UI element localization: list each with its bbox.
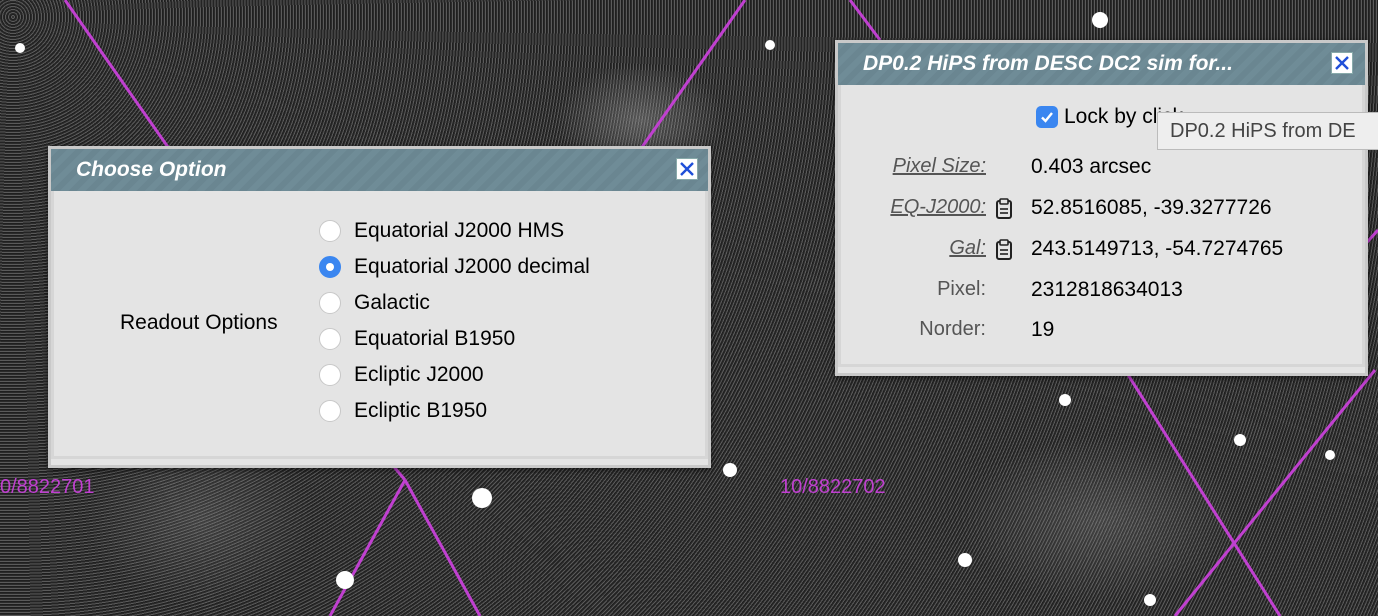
dialog-titlebar[interactable]: Choose Option: [51, 149, 708, 191]
radio-button[interactable]: [319, 400, 341, 422]
info-row-eq-j2000: EQ-J2000: 52.8516085, -39.3277726: [841, 196, 1361, 226]
grid-label-right: 10/8822702: [780, 476, 886, 498]
eq-j2000-value: 52.8516085, -39.3277726: [1031, 196, 1272, 219]
pixel-size-link[interactable]: Pixel Size:: [893, 155, 986, 178]
option-galactic[interactable]: Galactic: [319, 285, 430, 321]
option-equatorial-b1950[interactable]: Equatorial B1950: [319, 321, 515, 357]
title-tooltip: DP0.2 HiPS from DE: [1157, 112, 1378, 150]
norder-label: Norder:: [919, 318, 986, 340]
radio-button[interactable]: [319, 364, 341, 386]
close-button[interactable]: [676, 158, 698, 180]
info-row-pixel-size: Pixel Size: 0.403 arcsec: [841, 155, 1361, 185]
radio-button[interactable]: [319, 328, 341, 350]
info-row-gal: Gal: 243.5149713, -54.7274765: [841, 237, 1361, 267]
option-label: Equatorial B1950: [354, 327, 516, 350]
close-icon: [1335, 56, 1349, 70]
dialog-title: DP0.2 HiPS from DESC DC2 sim for...: [863, 52, 1233, 75]
checkmark-icon: [1041, 112, 1053, 123]
dialog-body: Readout Options Equatorial J2000 HMS Equ…: [51, 191, 708, 459]
lock-checkbox[interactable]: [1036, 106, 1058, 128]
option-label: Ecliptic B1950: [354, 399, 488, 422]
radio-button-selected[interactable]: [319, 256, 341, 278]
readout-info-dialog: DP0.2 HiPS from DESC DC2 sim for... Lock…: [835, 40, 1368, 376]
choose-option-dialog: Choose Option Readout Options Equatorial…: [48, 146, 711, 468]
dialog-titlebar[interactable]: DP0.2 HiPS from DESC DC2 sim for...: [838, 43, 1365, 85]
radio-button[interactable]: [319, 220, 341, 242]
gal-link[interactable]: Gal:: [949, 237, 986, 260]
clipboard-icon[interactable]: [995, 239, 1013, 266]
option-label: Equatorial J2000 HMS: [354, 219, 565, 242]
option-ecliptic-b1950[interactable]: Ecliptic B1950: [319, 393, 487, 429]
dialog-title: Choose Option: [76, 158, 227, 181]
option-label: Equatorial J2000 decimal: [354, 255, 590, 278]
radio-button[interactable]: [319, 292, 341, 314]
info-row-pixel: Pixel: 2312818634013: [841, 278, 1361, 308]
grid-label-left: 0/8822701: [0, 476, 95, 498]
option-label: Galactic: [354, 291, 430, 314]
pixel-size-value: 0.403 arcsec: [1031, 155, 1152, 178]
readout-options-label: Readout Options: [120, 311, 278, 334]
close-button[interactable]: [1331, 52, 1353, 74]
close-icon: [680, 162, 694, 176]
option-label: Ecliptic J2000: [354, 363, 484, 386]
eq-j2000-link[interactable]: EQ-J2000:: [890, 196, 986, 219]
pixel-value: 2312818634013: [1031, 278, 1183, 301]
norder-value: 19: [1031, 318, 1055, 341]
gal-value: 243.5149713, -54.7274765: [1031, 237, 1284, 260]
info-row-norder: Norder: 19: [841, 318, 1361, 348]
clipboard-icon[interactable]: [995, 198, 1013, 225]
option-equatorial-j2000-hms[interactable]: Equatorial J2000 HMS: [319, 213, 564, 249]
option-equatorial-j2000-decimal[interactable]: Equatorial J2000 decimal: [319, 249, 590, 285]
pixel-label: Pixel:: [937, 278, 986, 300]
option-ecliptic-j2000[interactable]: Ecliptic J2000: [319, 357, 484, 393]
